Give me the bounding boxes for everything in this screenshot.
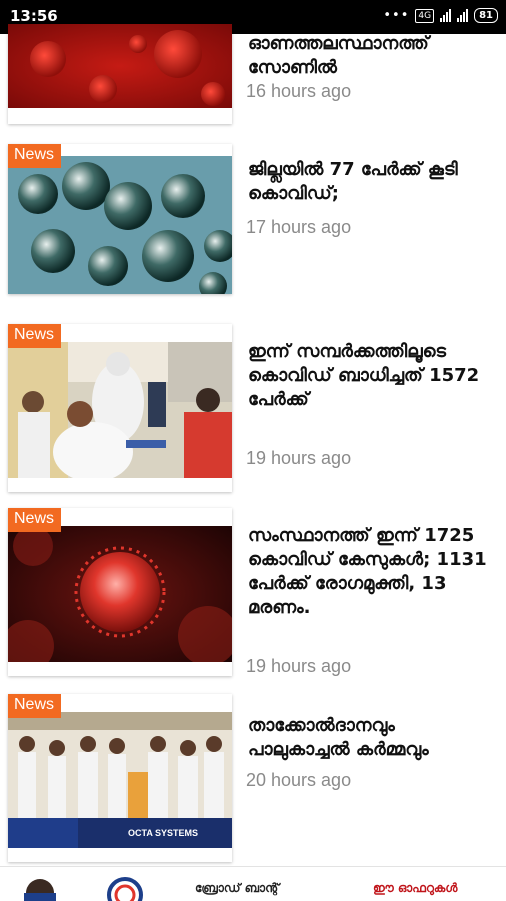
ad-banner[interactable]: ബ്രോഡ് ബാന്റ് ഈ ഓഫറുകൾ: [0, 866, 506, 901]
status-time: 13:56: [10, 7, 58, 25]
signal-icon-2: [457, 9, 469, 22]
news-thumbnail[interactable]: OCTA SYSTEMS: [8, 712, 232, 848]
coronavirus-image: [8, 156, 232, 294]
network-type-icon: 4G: [415, 8, 435, 23]
coronavirus-image: [8, 24, 232, 108]
battery-icon: 81: [474, 8, 498, 23]
news-thumbnail[interactable]: [8, 24, 232, 108]
news-title[interactable]: ഇന്ന് സമ്പർക്കത്തിലൂടെ കൊവിഡ് ബാധിച്ചത് …: [248, 340, 493, 412]
status-icons: ••• 4G 81: [383, 8, 498, 23]
news-card[interactable]: News: [8, 324, 232, 492]
signal-icon: [440, 9, 452, 22]
covid-testing-image: [8, 342, 232, 478]
news-time: 20 hours ago: [246, 770, 352, 790]
news-title[interactable]: ജില്ലയിൽ 77 പേർക്ക് കൂടി കൊവിഡ്;: [248, 158, 493, 206]
news-card[interactable]: [8, 24, 232, 124]
news-time: 16 hours ago: [246, 81, 352, 101]
news-card[interactable]: News: [8, 508, 232, 676]
group-photo-image: OCTA SYSTEMS: [8, 712, 232, 848]
news-time: 17 hours ago: [246, 217, 352, 237]
news-card[interactable]: OCTA SYSTEMS News: [8, 694, 232, 862]
news-time: 19 hours ago: [246, 656, 352, 676]
news-thumbnail[interactable]: [8, 156, 232, 294]
news-category-badge: News: [8, 694, 62, 718]
ad-brand-text: OCTA SYSTEMS: [128, 828, 198, 838]
news-thumbnail[interactable]: [8, 342, 232, 478]
news-category-badge: News: [8, 324, 62, 348]
news-time: 19 hours ago: [246, 448, 352, 468]
news-feed[interactable]: ഓണത്തലസ്ഥാനത്ത് സോണിൽ 16 hours ago News …: [0, 24, 506, 864]
more-notifications-icon: •••: [383, 8, 410, 23]
news-category-badge: News: [8, 144, 62, 168]
ad-center-text: ബ്രോഡ് ബാന്റ്: [195, 881, 280, 895]
news-title[interactable]: താക്കോൽദാനവും പാലുകാച്ചൽ കർമ്മവും: [248, 714, 493, 762]
news-title[interactable]: ഓണത്തലസ്ഥാനത്ത് സോണിൽ: [248, 32, 493, 80]
coronavirus-image: [8, 526, 232, 662]
news-card[interactable]: News: [8, 144, 232, 294]
news-category-badge: News: [8, 508, 62, 532]
ad-right-text: ഈ ഓഫറുകൾ: [373, 881, 458, 895]
news-title[interactable]: സംസ്ഥാനത്ത് ഇന്ന് 1725 കൊവിഡ് കേസുകൾ; 11…: [248, 524, 493, 620]
news-thumbnail[interactable]: [8, 526, 232, 662]
